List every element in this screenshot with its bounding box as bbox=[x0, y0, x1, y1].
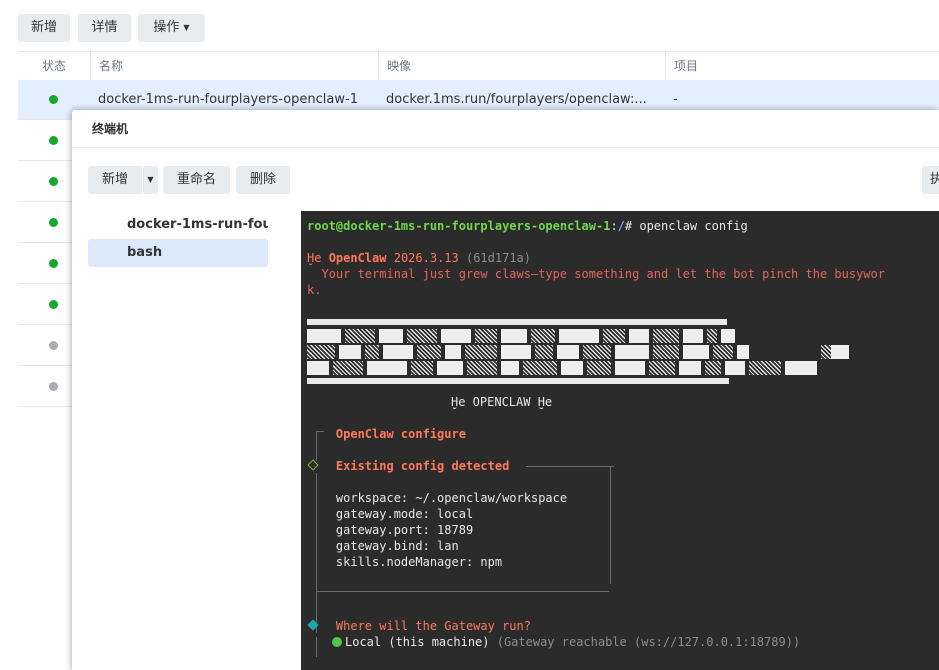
status-running-icon bbox=[49, 259, 58, 268]
execute-button[interactable]: 执 bbox=[922, 166, 939, 194]
session-item[interactable]: docker-1ms-run-fourplayers-openclaw-1 bbox=[88, 211, 268, 239]
wizard-frame-line bbox=[316, 591, 609, 592]
option-hint: (Gateway reachable (ws://127.0.0.1:18789… bbox=[496, 635, 801, 649]
main-toolbar: 新增 详情 操作 ▼ bbox=[0, 0, 939, 50]
actions-label: 操作 bbox=[153, 20, 180, 35]
status-running-icon bbox=[49, 95, 58, 104]
prompt-path: / bbox=[617, 219, 625, 233]
column-header-name[interactable]: 名称 bbox=[90, 52, 378, 80]
wizard-frame-line bbox=[610, 466, 611, 584]
rename-button[interactable]: 重命名 bbox=[163, 166, 230, 194]
delete-button[interactable]: 删除 bbox=[236, 166, 290, 194]
prompt-line: root@docker-1ms-run-fourplayers-openclaw… bbox=[307, 218, 748, 234]
caret-down-icon: ▼ bbox=[147, 175, 154, 184]
prompt-command: # openclaw config bbox=[624, 219, 748, 233]
claw-icon: Ḫe bbox=[307, 251, 322, 265]
new-session-dropdown-button[interactable]: ▼ bbox=[143, 166, 158, 194]
terminal-title: 终端机 bbox=[72, 110, 939, 148]
existing-config-title: Existing config detected bbox=[335, 459, 510, 473]
status-running-icon bbox=[49, 218, 58, 227]
session-item-selected[interactable]: bash bbox=[88, 239, 268, 267]
gateway-option-local[interactable]: Local (this machine) (Gateway reachable … bbox=[332, 634, 800, 650]
terminal-window: 终端机 新增 ▼ 重命名 删除 执 docker-1ms-run-fourpla… bbox=[72, 110, 939, 670]
radio-selected-icon bbox=[332, 637, 342, 647]
config-line: skills.nodeManager: npm bbox=[335, 555, 503, 569]
column-header-status[interactable]: 状态 bbox=[18, 52, 90, 80]
config-line: workspace: ~/.openclaw/workspace bbox=[335, 491, 568, 505]
status-running-icon bbox=[49, 177, 58, 186]
app-version: 2026.3.13 bbox=[393, 251, 459, 265]
tagline-line-wrap: k. bbox=[307, 283, 322, 297]
tagline-line: Your terminal just grew claws—type somet… bbox=[307, 267, 885, 281]
status-stopped-icon bbox=[49, 382, 58, 391]
gateway-question: Where will the Gateway run? bbox=[335, 619, 531, 633]
wizard-frame-line bbox=[316, 637, 317, 657]
prompt-user: root@docker-1ms-run-fourplayers-openclaw… bbox=[307, 219, 611, 233]
configure-title: OpenClaw configure bbox=[335, 427, 466, 441]
option-label: Local (this machine) bbox=[345, 635, 490, 649]
app-hash: (61d171a) bbox=[465, 251, 532, 265]
question-line: Where will the Gateway run? bbox=[307, 618, 531, 634]
container-table-header: 状态 名称 映像 项目 bbox=[18, 51, 939, 81]
details-button[interactable]: 详情 bbox=[78, 14, 131, 42]
column-header-project[interactable]: 项目 bbox=[665, 52, 939, 80]
add-button[interactable]: 新增 bbox=[18, 14, 70, 42]
column-header-image[interactable]: 映像 bbox=[378, 52, 665, 80]
status-running-icon bbox=[49, 136, 58, 145]
logo-caption: Ḫe OPENCLAW Ḫe bbox=[451, 395, 553, 409]
prompt-separator: : bbox=[610, 219, 618, 233]
existing-config-title-line: Existing config detected bbox=[307, 458, 509, 474]
app-name: OpenClaw bbox=[328, 251, 387, 265]
status-stopped-icon bbox=[49, 341, 58, 350]
terminal-console[interactable]: root@docker-1ms-run-fourplayers-openclaw… bbox=[301, 211, 939, 670]
config-line: gateway.bind: lan bbox=[335, 539, 459, 553]
wizard-frame-line bbox=[526, 466, 614, 467]
config-line: gateway.port: 18789 bbox=[335, 523, 474, 537]
config-line: gateway.mode: local bbox=[335, 507, 474, 521]
configure-title-line: OpenClaw configure bbox=[307, 426, 466, 442]
caret-down-icon: ▼ bbox=[183, 23, 190, 32]
new-session-button[interactable]: 新增 bbox=[88, 166, 142, 194]
actions-menu-button[interactable]: 操作 ▼ bbox=[138, 14, 205, 42]
version-line: Ḫe OpenClaw 2026.3.13 (61d171a) bbox=[307, 250, 531, 266]
status-running-icon bbox=[49, 300, 58, 309]
